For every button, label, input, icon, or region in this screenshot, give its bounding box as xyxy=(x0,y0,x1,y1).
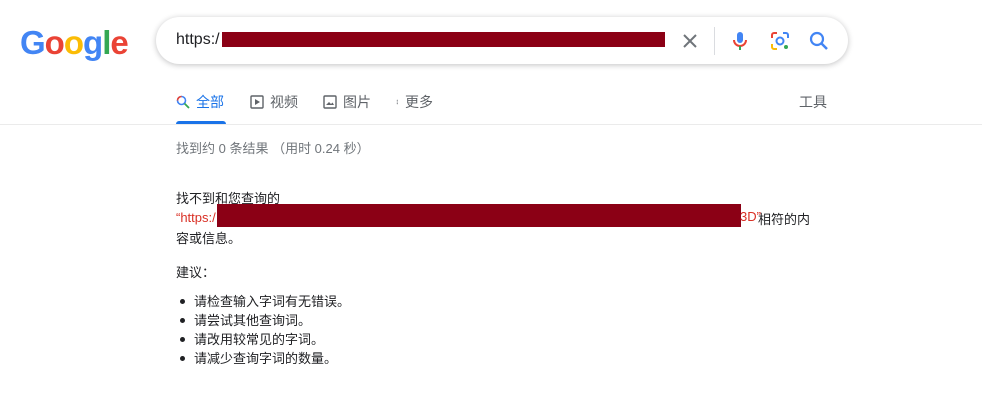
search-icon[interactable] xyxy=(807,29,831,53)
search-input[interactable]: https:/ xyxy=(176,31,220,49)
list-item: 请改用较常见的字词。 xyxy=(176,330,350,349)
tab-label: 图片 xyxy=(343,94,371,110)
logo-letter: e xyxy=(110,24,128,61)
lens-icon[interactable] xyxy=(768,29,792,53)
image-icon xyxy=(323,95,337,109)
tools-button[interactable]: 工具 xyxy=(799,92,827,112)
logo-letter: o xyxy=(44,24,65,61)
tab-label: 全部 xyxy=(196,94,224,110)
tab-label: 更多 xyxy=(405,94,433,110)
list-item: 请检查输入字词有无错误。 xyxy=(176,292,350,311)
play-icon xyxy=(250,95,264,109)
list-item: 请尝试其他查询词。 xyxy=(176,311,350,330)
tab-all[interactable]: 全部 xyxy=(176,92,226,124)
more-vert-icon xyxy=(396,99,398,105)
suggestions-title: 建议： xyxy=(176,265,216,280)
result-stats: 找到约 0 条结果 （用时 0.24 秒） xyxy=(176,141,370,156)
logo-letter: G xyxy=(20,24,46,61)
tab-label: 视频 xyxy=(270,94,298,110)
header-divider xyxy=(0,124,982,125)
list-item: 请减少查询字词的数量。 xyxy=(176,349,350,368)
tab-videos[interactable]: 视频 xyxy=(250,92,298,124)
divider xyxy=(714,27,715,55)
google-logo[interactable]: Google xyxy=(20,24,129,62)
redaction-block xyxy=(217,204,741,227)
search-icon xyxy=(176,95,190,109)
no-result-line3: 容或信息。 xyxy=(176,231,242,246)
tab-images[interactable]: 图片 xyxy=(323,92,371,124)
redaction-block xyxy=(222,32,665,47)
logo-letter: g xyxy=(83,24,103,61)
logo-letter: o xyxy=(63,24,84,61)
search-box[interactable]: https:/ xyxy=(156,17,848,64)
tab-more[interactable]: 更多 xyxy=(396,92,433,124)
no-result-suffix: 相符的内 xyxy=(758,212,811,227)
close-icon[interactable] xyxy=(678,29,702,53)
suggestions-list: 请检查输入字词有无错误。 请尝试其他查询词。 请改用较常见的字词。 请减少查询字… xyxy=(176,292,350,368)
mic-icon[interactable] xyxy=(728,29,752,53)
